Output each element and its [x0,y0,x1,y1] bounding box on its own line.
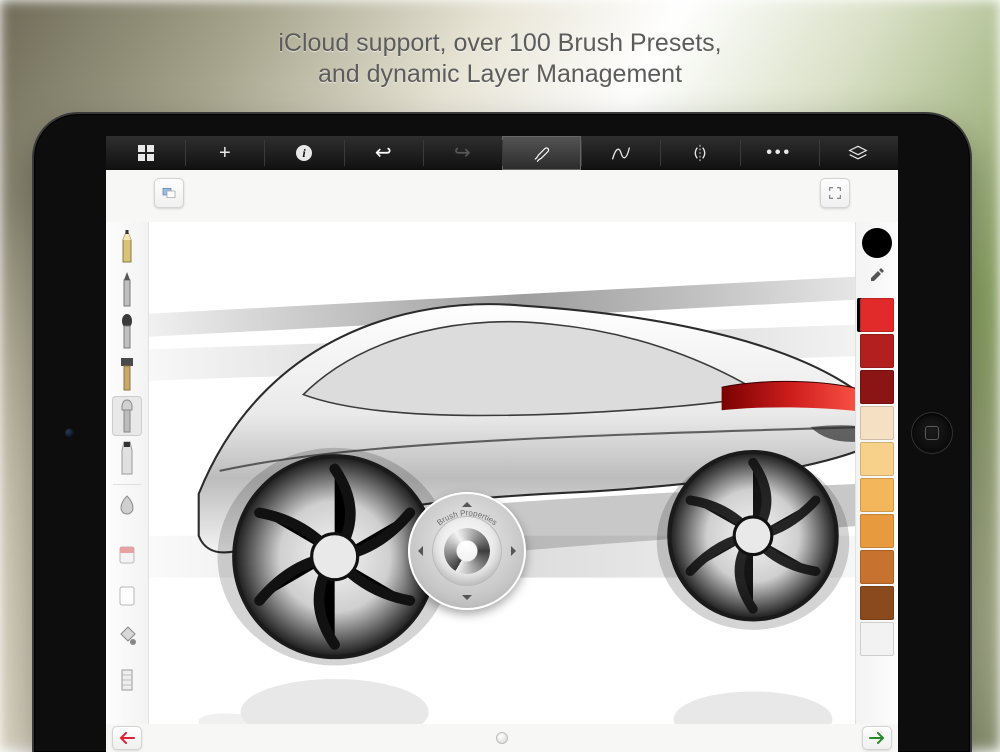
swatch-6[interactable] [860,514,894,548]
expand-icon [827,185,843,201]
chevron-right-icon [511,546,521,556]
prev-button[interactable] [112,726,142,750]
swatch-3[interactable] [860,406,894,440]
swatch-9[interactable] [860,622,894,656]
picture-icon [161,185,177,201]
brush-round[interactable] [112,312,142,352]
redo-button[interactable]: ↪ [423,136,502,170]
tool-pattern[interactable] [112,659,142,699]
brush-technical-pen[interactable] [112,270,142,310]
info-icon: i [296,145,312,161]
grid-icon [138,145,154,161]
brush-flat[interactable] [112,354,142,394]
bottom-bar [106,724,898,752]
brush-icon [533,144,551,162]
top-toolbar: + i ↩ ↪ [106,136,898,171]
eyedropper-button[interactable] [866,264,888,292]
swatch-1[interactable] [860,334,894,368]
bottom-handle[interactable] [496,732,508,744]
ipad-camera [65,429,74,438]
reference-image-button[interactable] [154,178,184,208]
eyedropper-icon [868,266,886,290]
arrow-right-icon [869,732,885,744]
more-icon: ••• [766,144,792,162]
chevron-up-icon [462,497,472,507]
next-button[interactable] [862,726,892,750]
app-screen: + i ↩ ↪ [106,136,898,752]
symmetry-button[interactable] [660,136,739,170]
current-color[interactable] [862,228,892,258]
undo-icon: ↩ [375,143,392,163]
swatch-7[interactable] [860,550,894,584]
brush-rail [106,222,149,724]
rail-separator [113,484,141,485]
swatch-5[interactable] [860,478,894,512]
drawing-canvas[interactable]: Brush Properties [148,222,856,724]
brush-airbrush[interactable] [112,396,142,436]
ipad-frame: + i ↩ ↪ [32,112,972,752]
curve-tool-button[interactable] [581,136,660,170]
promo-headline: iCloud support, over 100 Brush Presets, … [0,28,1000,91]
eraser-soft[interactable] [112,533,142,573]
color-rail [855,222,898,724]
brush-tool-button[interactable] [502,136,581,170]
chevron-left-icon [413,546,423,556]
tool-fill[interactable] [112,617,142,657]
undo-button[interactable]: ↩ [344,136,423,170]
curve-icon [611,144,631,162]
gallery-button[interactable] [106,136,185,170]
swatch-4[interactable] [860,442,894,476]
chevron-down-icon [462,595,472,605]
brush-pencil[interactable] [112,228,142,268]
plus-icon: + [219,143,231,163]
brush-marker[interactable] [112,438,142,478]
fullscreen-button[interactable] [820,178,850,208]
layers-icon [848,144,868,162]
brush-smudge[interactable] [112,491,142,531]
eraser-hard[interactable] [112,575,142,615]
symmetry-icon [692,144,708,162]
more-button[interactable]: ••• [740,136,819,170]
app-workspace: ‹ › [106,170,898,752]
swatch-2[interactable] [860,370,894,404]
swatch-8[interactable] [860,586,894,620]
info-button[interactable]: i [264,136,343,170]
ipad-home-button[interactable] [911,412,953,454]
redo-icon: ↪ [454,143,471,163]
layers-button[interactable] [819,136,898,170]
brush-properties-puck[interactable]: Brush Properties [408,492,526,610]
brush-preview-icon [432,516,502,586]
arrow-left-icon [119,732,135,744]
car-sketch-artwork [148,222,856,724]
swatch-0[interactable] [860,298,894,332]
new-canvas-button[interactable]: + [185,136,264,170]
